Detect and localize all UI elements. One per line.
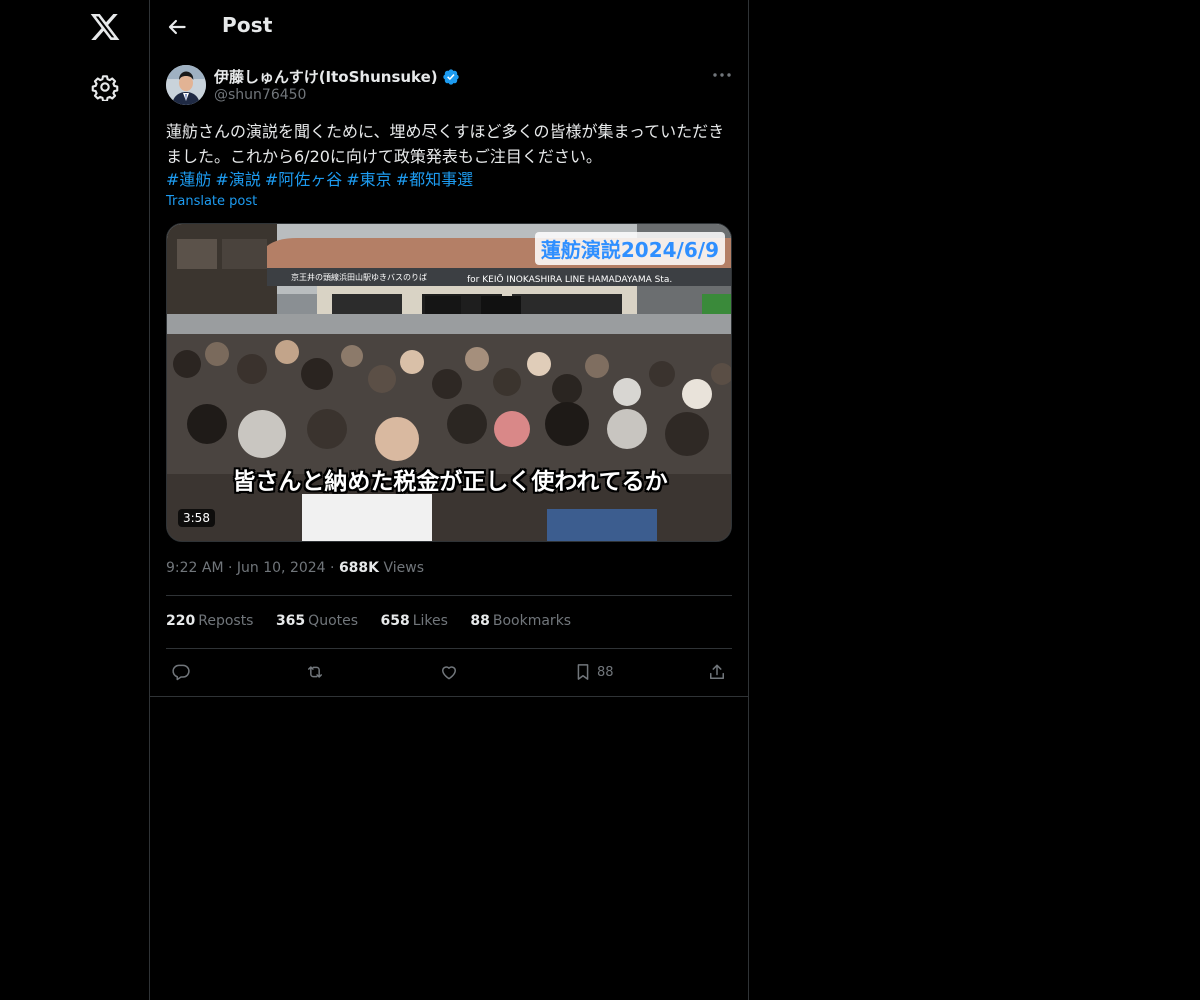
main-column: Post 伊藤しゅんすけ(ItoShunsuke) @shun76450 蓮舫さ… [149, 0, 749, 1000]
bookmark-count: 88 [597, 664, 614, 680]
hashtag-link[interactable]: #阿佐ヶ谷 [265, 170, 342, 189]
like-button[interactable] [439, 660, 459, 684]
bookmarks-count: 88 [470, 613, 490, 629]
views-label: Views [383, 560, 424, 576]
back-button[interactable] [164, 14, 190, 40]
page-title: Post [222, 13, 273, 37]
share-button[interactable] [707, 660, 727, 684]
views-count: 688K [338, 560, 380, 576]
share-icon [710, 664, 724, 679]
hashtags: #蓮舫 #演説 #阿佐ヶ谷 #東京 #都知事選 [166, 168, 736, 192]
x-logo-icon[interactable] [89, 11, 121, 43]
action-bar: 88 [166, 660, 732, 686]
post-text: 蓮舫さんの演説を聞くために、埋め尽くすほど多くの皆様が集まっていただきました。こ… [166, 122, 725, 166]
post-meta: 9:22 AM · Jun 10, 2024 · 688K Views [166, 560, 424, 576]
repost-icon [308, 666, 322, 678]
post-time[interactable]: 9:22 AM [166, 560, 224, 576]
reposts-count: 220 [166, 613, 196, 629]
likes-count: 658 [380, 613, 410, 629]
verified-badge-icon [442, 68, 459, 85]
bookmark-icon [577, 664, 589, 680]
author-display-name[interactable]: 伊藤しゅんすけ(ItoShunsuke) [214, 66, 438, 87]
avatar[interactable] [166, 65, 206, 105]
more-dots-icon [713, 73, 731, 77]
translate-post-link[interactable]: Translate post [166, 194, 257, 209]
meta-separator: · [228, 560, 237, 576]
hashtag-link[interactable]: #演説 [215, 170, 260, 189]
left-nav [0, 0, 149, 1000]
video-player[interactable]: 京王井の頭線浜田山駅ゆきバスのりば for KEIŌ INOKASHIRA LI… [166, 223, 732, 542]
post-stats: 220 Reposts 365 Quotes 658 Likes 88 Bookmark… [166, 613, 589, 629]
heart-icon [442, 666, 456, 680]
author-handle[interactable]: @shun76450 [214, 87, 306, 103]
reposts-label: Reposts [198, 613, 254, 629]
divider [166, 648, 732, 649]
meta-separator: · [330, 560, 339, 576]
likes-stat[interactable]: 658 Likes [380, 613, 447, 629]
bus-sign-left: 京王井の頭線浜田山駅ゆきバスのりば [291, 272, 427, 282]
arrow-left-icon [168, 19, 186, 35]
video-overlay-title: 蓮舫演説2024/6/9 [534, 232, 725, 265]
video-duration: 3:58 [178, 509, 215, 527]
more-options-button[interactable] [710, 64, 734, 86]
bookmarks-label: Bookmarks [492, 613, 572, 629]
post-header: Post [150, 0, 748, 53]
reply-button[interactable] [171, 660, 191, 684]
post-date[interactable]: Jun 10, 2024 [237, 560, 326, 576]
bookmarks-stat[interactable]: 88 Bookmarks [470, 613, 571, 629]
bookmark-button[interactable]: 88 [573, 660, 614, 684]
hashtag-link[interactable]: #蓮舫 [166, 170, 211, 189]
quotes-label: Quotes [308, 613, 359, 629]
reply-icon [172, 664, 190, 681]
gear-icon[interactable] [91, 73, 119, 102]
bus-sign-right: for KEIŌ INOKASHIRA LINE HAMADAYAMA Sta. [467, 274, 672, 285]
hashtag-link[interactable]: #都知事選 [396, 170, 473, 189]
author-name[interactable]: 伊藤しゅんすけ(ItoShunsuke) [214, 66, 460, 87]
repost-button[interactable] [305, 660, 325, 684]
divider [166, 595, 732, 596]
video-caption: 皆さんと納めた税金が正しく使われてるか [232, 469, 668, 495]
quotes-count: 365 [275, 613, 306, 629]
divider [150, 696, 748, 697]
likes-label: Likes [412, 613, 448, 629]
hashtag-link[interactable]: #東京 [346, 170, 391, 189]
reposts-stat[interactable]: 220 Reposts [166, 613, 253, 629]
quotes-stat[interactable]: 365 Quotes [276, 613, 358, 629]
